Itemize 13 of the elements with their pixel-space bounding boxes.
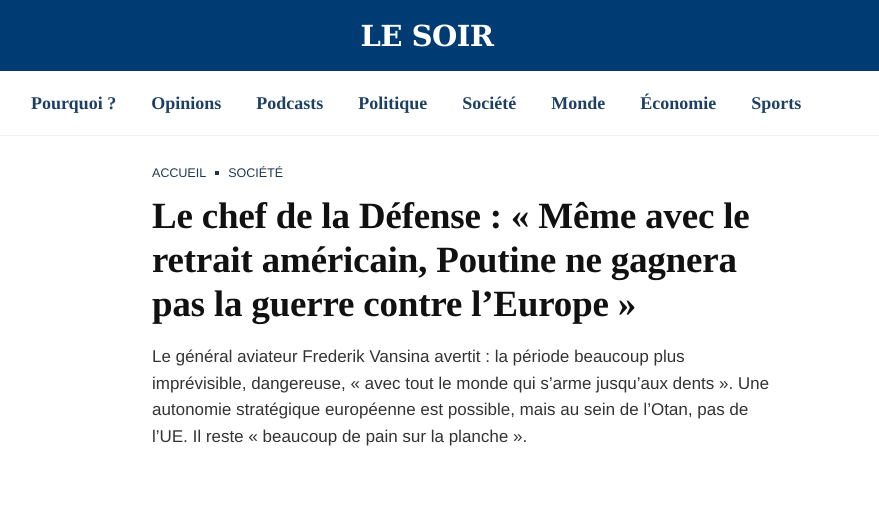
breadcrumb-link[interactable]: SOCIÉTÉ — [228, 166, 284, 180]
nav-link[interactable]: Sports — [751, 92, 802, 114]
nav-link[interactable]: Podcasts — [256, 92, 324, 114]
nav-link[interactable]: Pourquoi ? — [31, 92, 116, 114]
nav-link[interactable]: Politique — [358, 92, 428, 114]
nav-link[interactable]: Économie — [640, 92, 716, 114]
site-logo[interactable]: LE SOIR — [360, 18, 494, 52]
nav-link[interactable]: Opinions — [151, 92, 222, 114]
nav-link[interactable]: Monde — [551, 92, 606, 114]
nav-link[interactable]: Société — [462, 92, 516, 114]
article-headline: Le chef de la Défense : « Même avec le retrait américain, Poutine ne gagnera pas la guerre contre l’Europe » — [152, 195, 751, 327]
breadcrumb-link[interactable]: ACCUEIL — [152, 166, 206, 180]
article-lead: Le général aviateur Frederik Vansina avertit : la période beaucoup plus imprévisible, dangereuse, « avec tout le monde qui s’arme jusqu’aux dents ». Une autonomie stratégique européenne est possible, mais au sein de l’Otan, pas de l’UE. Il reste « beaucoup de pain sur la planche ». — [152, 346, 770, 448]
